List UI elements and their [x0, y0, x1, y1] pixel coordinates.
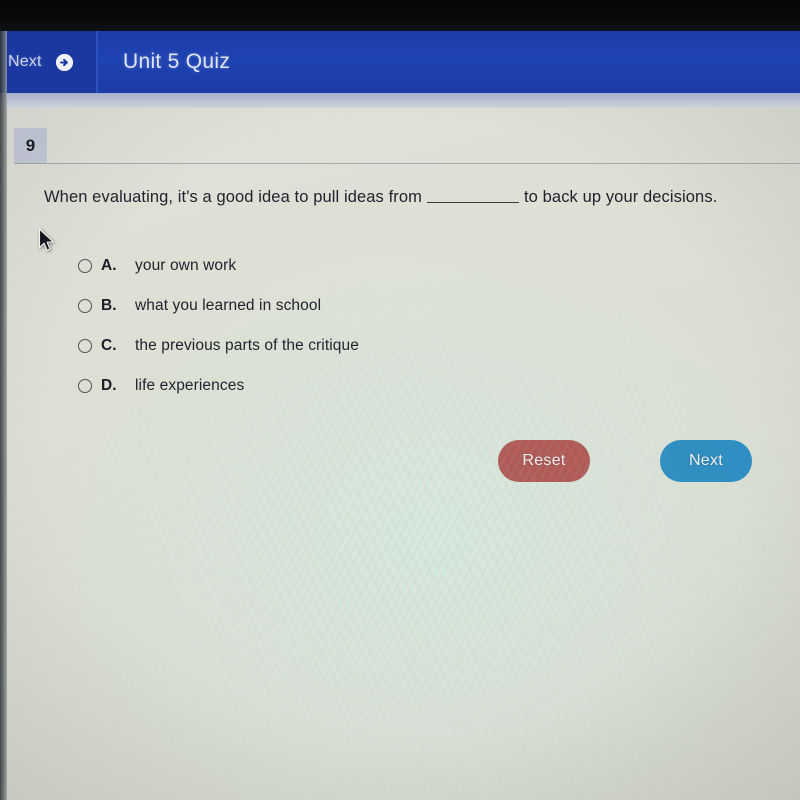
option-text-d: life experiences [135, 377, 245, 394]
page-title: Unit 5 Quiz [123, 50, 231, 73]
action-button-group: Reset Next [498, 440, 752, 482]
option-letter-c: C. [101, 337, 117, 354]
radio-icon-b[interactable] [78, 299, 92, 313]
header-underbar [0, 93, 800, 108]
option-row-d[interactable]: D. life experiences [78, 366, 359, 406]
radio-icon-c[interactable] [78, 339, 92, 353]
reset-button[interactable]: Reset [498, 440, 590, 482]
answer-options-list: A. your own work B. what you learned in … [78, 246, 359, 406]
header-next-label: Next [8, 53, 42, 70]
option-row-c[interactable]: C. the previous parts of the critique [78, 326, 359, 366]
arrow-circle-right-icon[interactable] [55, 53, 73, 71]
quiz-screenshot: Next Unit 5 Quiz 9 When evaluating, it's… [0, 0, 800, 800]
screen-bezel-top [0, 0, 800, 31]
option-row-b[interactable]: B. what you learned in school [78, 286, 359, 326]
question-blank [427, 202, 519, 203]
option-text-c: the previous parts of the critique [135, 337, 359, 354]
question-stem-part-1: When evaluating, it's a good idea to pul… [44, 188, 422, 206]
question-divider [14, 163, 800, 164]
question-stem-part-2: to back up your decisions. [524, 188, 718, 206]
option-text-a: your own work [135, 257, 237, 274]
mouse-pointer-icon [38, 228, 54, 251]
radio-icon-d[interactable] [78, 379, 92, 393]
option-letter-a: A. [101, 257, 117, 274]
app-header: Next Unit 5 Quiz [0, 31, 800, 93]
radio-icon-a[interactable] [78, 259, 92, 273]
header-next-button[interactable]: Next [0, 31, 98, 93]
option-row-a[interactable]: A. your own work [78, 246, 359, 286]
option-letter-b: B. [101, 297, 117, 314]
question-stem: When evaluating, it's a good idea to pul… [44, 186, 774, 208]
option-text-b: what you learned in school [135, 297, 322, 314]
option-letter-d: D. [101, 377, 117, 394]
quiz-content-area: 9 When evaluating, it's a good idea to p… [0, 108, 800, 800]
next-button[interactable]: Next [660, 440, 752, 482]
question-number-badge: 9 [14, 128, 47, 164]
